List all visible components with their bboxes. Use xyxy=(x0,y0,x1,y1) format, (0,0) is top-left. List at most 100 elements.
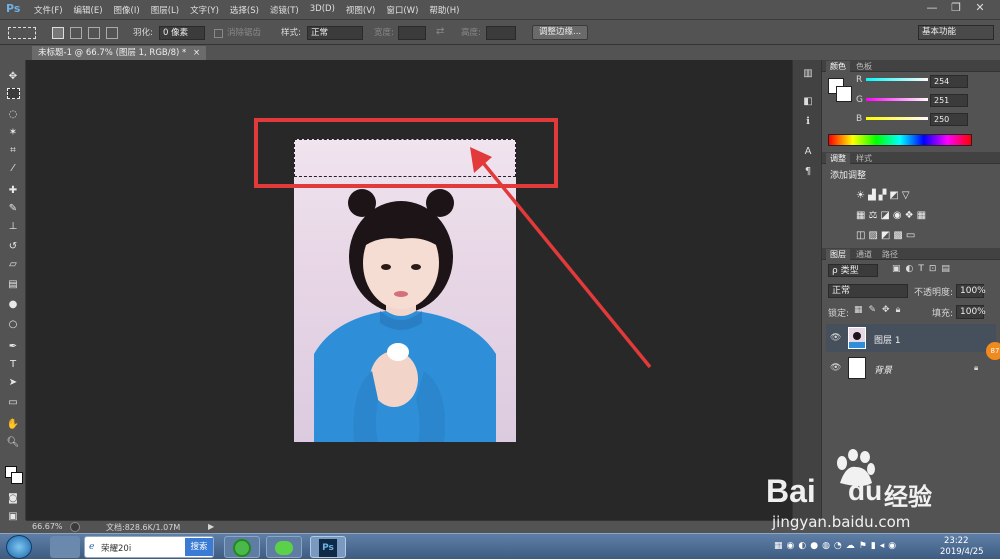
menu-filter[interactable]: 滤镜(T) xyxy=(270,4,299,16)
text-tool-icon[interactable]: T xyxy=(5,358,21,372)
channel-mixer-icon[interactable]: ❖ xyxy=(905,210,917,221)
layer-kind-filter[interactable]: ρ 类型 xyxy=(828,264,878,277)
tab-styles[interactable]: 样式 xyxy=(856,153,872,164)
lasso-tool-icon[interactable]: ◌ xyxy=(5,108,21,122)
tab-swatches[interactable]: 色板 xyxy=(856,61,872,72)
subtract-selection-icon[interactable] xyxy=(88,27,100,39)
minimize-button[interactable]: — xyxy=(922,1,942,16)
menu-select[interactable]: 选择(S) xyxy=(230,4,259,16)
lock-icons[interactable]: ▦✎✥🔒︎ xyxy=(854,305,906,315)
tab-adjustments[interactable]: 调整 xyxy=(826,153,850,164)
g-slider[interactable] xyxy=(866,98,928,101)
layer-name[interactable]: 图层 1 xyxy=(874,333,901,346)
blend-mode-select[interactable]: 正常 xyxy=(828,284,908,298)
taskbar-search-box[interactable]: ℯ 荣耀20i 搜索 xyxy=(84,536,214,558)
marquee-tool-icon[interactable] xyxy=(7,88,20,99)
system-tray-icons[interactable]: ▦◉◐●◍◔☁⚑▮◂◉ xyxy=(774,541,900,551)
gradient-tool-icon[interactable]: ▤ xyxy=(5,278,21,292)
taskbar-app-colorful-icon[interactable] xyxy=(50,536,80,558)
visibility-eye-icon[interactable]: 👁︎ xyxy=(830,363,841,373)
quick-mask-icon[interactable]: ◙ xyxy=(5,492,21,506)
layer-row-background[interactable]: 👁︎ 背景 🔒︎ xyxy=(826,354,996,382)
new-selection-icon[interactable] xyxy=(52,27,64,39)
swap-icon[interactable]: ⇄ xyxy=(436,26,444,40)
notification-badge[interactable]: 87 xyxy=(986,342,1000,360)
eraser-tool-icon[interactable]: ▱ xyxy=(5,258,21,272)
levels-icon[interactable]: ▟ xyxy=(868,190,879,201)
search-input[interactable]: 荣耀20i xyxy=(101,542,131,554)
curves-icon[interactable]: ▞ xyxy=(879,190,890,201)
shape-tool-icon[interactable]: ▭ xyxy=(5,396,21,410)
history-icon[interactable]: ▥ xyxy=(801,68,815,82)
color-bg-swatch[interactable] xyxy=(836,86,852,102)
pen-tool-icon[interactable]: ✒ xyxy=(5,340,21,354)
invert-icon[interactable]: ◫ xyxy=(856,230,868,241)
layer-row-layer1[interactable]: 👁︎ 图层 1 xyxy=(826,324,996,352)
zoom-level[interactable]: 66.67% xyxy=(32,522,63,531)
menu-window[interactable]: 窗口(W) xyxy=(386,4,418,16)
layer-name[interactable]: 背景 xyxy=(874,363,892,376)
tab-paths[interactable]: 路径 xyxy=(882,249,898,260)
background-color-swatch[interactable] xyxy=(11,472,23,484)
visibility-eye-icon[interactable]: 👁︎ xyxy=(830,333,841,343)
workspace-select[interactable]: 基本功能 xyxy=(918,25,994,40)
add-selection-icon[interactable] xyxy=(70,27,82,39)
b-slider[interactable] xyxy=(866,117,928,120)
dodge-tool-icon[interactable]: ○ xyxy=(5,318,21,332)
photo-filter-icon[interactable]: ◉ xyxy=(893,210,905,221)
exposure-icon[interactable]: ◩ xyxy=(889,190,901,201)
menu-layer[interactable]: 图层(L) xyxy=(151,4,179,16)
fill-input[interactable]: 100% xyxy=(956,305,986,319)
menu-image[interactable]: 图像(I) xyxy=(114,4,140,16)
posterize-icon[interactable]: ▨ xyxy=(868,230,880,241)
r-value[interactable]: 254 xyxy=(930,75,968,88)
hand-tool-icon[interactable]: ✋ xyxy=(5,418,21,432)
color-lookup-icon[interactable]: ▦ xyxy=(917,210,929,221)
gradient-map-icon[interactable]: ▭ xyxy=(906,230,918,241)
menu-file[interactable]: 文件(F) xyxy=(34,4,63,16)
menu-help[interactable]: 帮助(H) xyxy=(429,4,459,16)
color-balance-icon[interactable]: ⚖ xyxy=(868,210,880,221)
status-menu-arrow-icon[interactable]: ▶ xyxy=(208,522,214,531)
brush-tool-icon[interactable]: ✎ xyxy=(5,202,21,216)
menu-type[interactable]: 文字(Y) xyxy=(190,4,219,16)
opacity-input[interactable]: 100% xyxy=(956,284,986,298)
taskbar-wechat-icon[interactable] xyxy=(266,536,302,558)
clone-stamp-icon[interactable]: ⊥ xyxy=(5,220,21,234)
document-tab[interactable]: 未标题-1 @ 66.7% (图层 1, RGB/8) * × xyxy=(32,46,207,60)
magic-wand-icon[interactable]: ✶ xyxy=(5,126,21,140)
feather-input[interactable]: 0 像素 xyxy=(159,26,205,40)
hue-sat-icon[interactable]: ▦ xyxy=(856,210,868,221)
vibrance-icon[interactable]: ▽ xyxy=(902,190,913,201)
width-input[interactable] xyxy=(398,26,426,40)
marquee-preset-icon[interactable] xyxy=(8,27,36,39)
color-spectrum-bar[interactable] xyxy=(828,134,972,146)
character-icon[interactable]: A xyxy=(801,146,815,160)
bw-icon[interactable]: ◪ xyxy=(880,210,892,221)
tab-layers[interactable]: 图层 xyxy=(826,249,850,260)
tab-color[interactable]: 颜色 xyxy=(826,61,850,72)
zoom-tool-icon[interactable]: 🔍︎ xyxy=(5,436,21,450)
taskbar-photoshop-icon[interactable]: Ps xyxy=(310,536,346,558)
selective-color-icon[interactable]: ▩ xyxy=(893,230,905,241)
menu-edit[interactable]: 编辑(E) xyxy=(74,4,103,16)
style-select[interactable]: 正常 xyxy=(307,26,363,40)
height-input[interactable] xyxy=(486,26,516,40)
brightness-icon[interactable]: ☀ xyxy=(856,190,868,201)
search-button[interactable]: 搜索 xyxy=(185,538,213,556)
move-tool-icon[interactable]: ✥ xyxy=(5,70,21,84)
crop-tool-icon[interactable]: ⌗ xyxy=(5,144,21,158)
close-button[interactable]: ✕ xyxy=(970,1,990,16)
actions-icon[interactable]: ◧ xyxy=(801,96,815,110)
g-value[interactable]: 251 xyxy=(930,94,968,107)
tab-close-icon[interactable]: × xyxy=(193,48,200,58)
threshold-icon[interactable]: ◩ xyxy=(881,230,893,241)
intersect-selection-icon[interactable] xyxy=(106,27,118,39)
info-icon[interactable] xyxy=(70,522,80,532)
r-slider[interactable] xyxy=(866,78,928,81)
history-brush-icon[interactable]: ↺ xyxy=(5,240,21,254)
b-value[interactable]: 250 xyxy=(930,113,968,126)
start-button[interactable] xyxy=(6,535,32,559)
taskbar-browser-icon[interactable] xyxy=(224,536,260,558)
antialias-checkbox[interactable] xyxy=(214,29,223,38)
